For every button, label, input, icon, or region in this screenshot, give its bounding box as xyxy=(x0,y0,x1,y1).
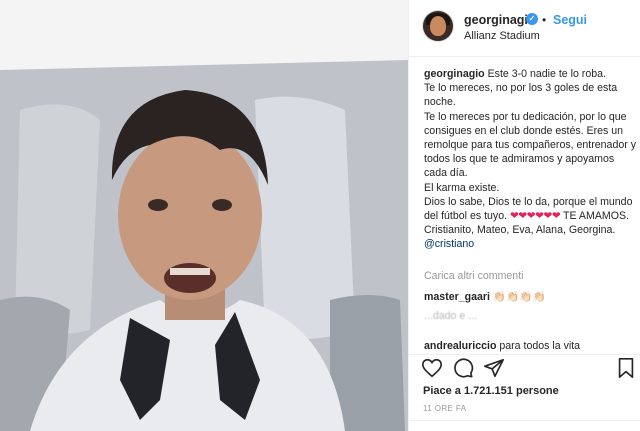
load-more-comments[interactable]: Carica altri commenti xyxy=(424,270,524,282)
comment-icon[interactable] xyxy=(452,357,474,379)
separator-dot: • xyxy=(542,13,547,27)
header-username[interactable]: georginagio xyxy=(464,13,536,27)
likes-count[interactable]: Piace a 1.721.151 persone xyxy=(423,385,559,397)
caption-username[interactable]: georginagio xyxy=(424,68,485,80)
post-side-panel: georginagio ✓ • Segui Allianz Stadium ge… xyxy=(409,0,640,431)
avatar-face xyxy=(430,16,446,36)
caption-line-3: Te lo mereces por tu dedicación, por lo … xyxy=(424,110,636,180)
post-timestamp[interactable]: 11 ORE FA xyxy=(423,404,466,413)
comment-text: para todos la vita xyxy=(499,340,581,352)
comment-username[interactable]: master_gaari xyxy=(424,291,490,303)
likes-text: Piace a 1.721.151 persone xyxy=(423,385,559,397)
caption-line-4: El karma existe. xyxy=(424,181,500,194)
heart-icon[interactable] xyxy=(421,357,443,379)
post-photo[interactable] xyxy=(0,0,408,431)
comment-username[interactable]: andrealuriccio xyxy=(424,340,496,352)
comment-text: ...dado e ... xyxy=(424,310,478,322)
verified-icon: ✓ xyxy=(526,13,538,25)
photo-illustration xyxy=(0,0,408,431)
comment-text: 👏🏻👏🏻👏🏻👏🏻 xyxy=(492,291,546,303)
location-link[interactable]: Allianz Stadium xyxy=(464,30,540,42)
bookmark-icon[interactable] xyxy=(615,357,637,379)
caption-hearts: ❤❤❤❤❤❤ xyxy=(510,210,561,223)
comment-item: master_gaari 👏🏻👏🏻👏🏻👏🏻 xyxy=(424,290,546,303)
avatar[interactable] xyxy=(423,11,453,41)
comment-input-divider xyxy=(409,420,640,421)
post-header: georginagio ✓ • Segui Allianz Stadium xyxy=(409,0,640,57)
caption-line-2: Te lo mereces, no por los 3 goles de est… xyxy=(424,82,618,109)
share-icon[interactable] xyxy=(483,357,505,379)
caption-line-1: Este 3-0 nadie te lo roba. xyxy=(487,68,606,80)
comment-item: andrealuriccio para todos la vita xyxy=(424,340,580,352)
post-caption: georginagio Este 3-0 nadie te lo roba. T… xyxy=(424,67,639,252)
comment-item: ...dado e ... xyxy=(424,310,477,322)
caption-mention[interactable]: @cristiano xyxy=(424,238,474,250)
action-bar xyxy=(409,355,640,381)
follow-button[interactable]: Segui xyxy=(553,13,587,27)
